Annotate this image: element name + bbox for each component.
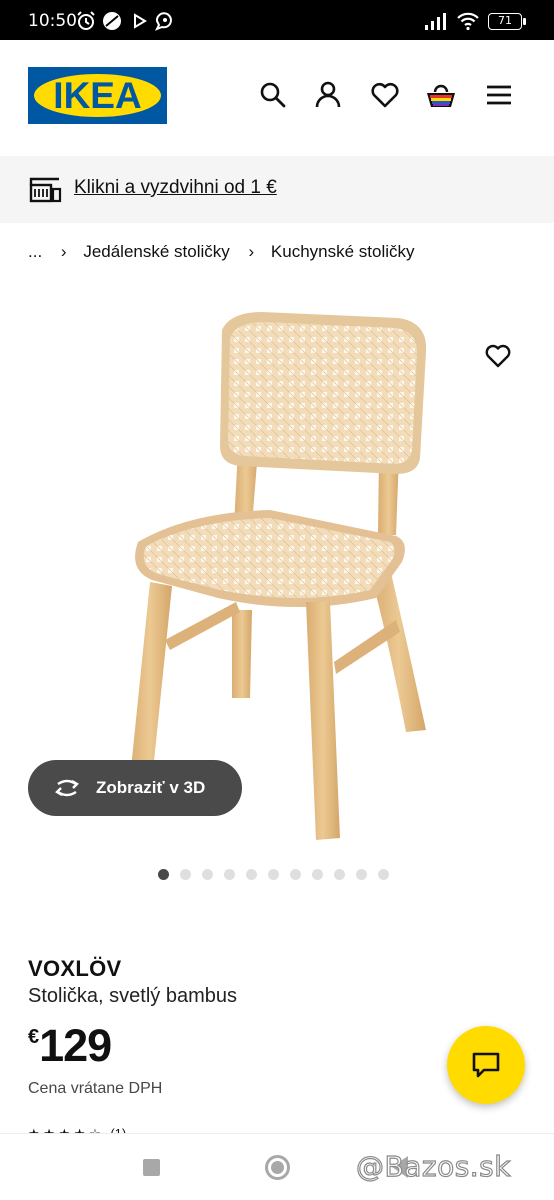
gallery-dot[interactable] [180, 869, 191, 880]
heart-icon[interactable] [370, 80, 400, 110]
wifi-icon [457, 12, 479, 31]
gallery-dot[interactable] [202, 869, 213, 880]
moon-icon [103, 12, 121, 30]
basket-icon[interactable] [425, 80, 457, 110]
product-price: €129 [28, 1020, 112, 1072]
breadcrumb-item-kitchen-chairs[interactable]: Kuchynské stoličky [271, 242, 415, 262]
signal-icon [425, 13, 446, 30]
gallery-dot[interactable] [378, 869, 389, 880]
gallery-dot[interactable] [356, 869, 367, 880]
product-description: Stolička, svetlý bambus [28, 985, 237, 1007]
battery-icon: 71 [488, 13, 526, 30]
gallery-dot[interactable] [268, 869, 279, 880]
watermark: @Bazos.sk [355, 1149, 511, 1183]
product-name: VOXLÖV [28, 956, 122, 981]
breadcrumb-item-dining-chairs[interactable]: Jedálenské stoličky [83, 242, 229, 262]
view-in-3d-button[interactable]: Zobraziť v 3D [28, 760, 242, 816]
price-currency: € [28, 1026, 40, 1048]
menu-icon[interactable] [484, 80, 514, 110]
site-header: IKEA [0, 40, 554, 156]
gallery-dot[interactable] [158, 869, 169, 880]
ikea-logo[interactable]: IKEA [28, 67, 167, 124]
account-icon[interactable] [313, 80, 343, 110]
play-icon [134, 13, 147, 29]
chat-icon [472, 1052, 500, 1078]
gallery-dot[interactable] [290, 869, 301, 880]
search-icon[interactable] [258, 80, 288, 110]
status-bar: 10:50 71 [0, 0, 554, 40]
add-to-favourites-heart-icon[interactable] [484, 342, 512, 370]
chat-button[interactable] [447, 1026, 525, 1104]
alarm-icon [77, 11, 95, 30]
gallery-dot[interactable] [224, 869, 235, 880]
vat-note: Cena vrátane DPH [28, 1080, 163, 1097]
gallery-dot[interactable] [334, 869, 345, 880]
rotate-3d-icon [55, 779, 79, 797]
status-time: 10:50 [28, 11, 77, 31]
gallery-pagination [158, 869, 389, 881]
chevron-right-icon: › [60, 242, 67, 261]
recent-apps-button[interactable] [143, 1159, 160, 1176]
chevron-right-icon: › [248, 242, 255, 261]
store-pickup-icon [29, 177, 62, 203]
view-in-3d-label: Zobraziť v 3D [96, 778, 206, 797]
breadcrumb: ... › Jedálenské stoličky › Kuchynské st… [28, 242, 415, 262]
price-amount: 129 [39, 1020, 112, 1071]
chat-bubble-icon [154, 12, 172, 31]
promo-banner[interactable]: Klikni a vyzdvihni od 1 € [0, 156, 554, 223]
breadcrumb-ellipsis[interactable]: ... [28, 242, 42, 262]
promo-link[interactable]: Klikni a vyzdvihni od 1 € [74, 177, 277, 199]
gallery-dot[interactable] [312, 869, 323, 880]
home-button[interactable] [265, 1155, 290, 1180]
gallery-dot[interactable] [246, 869, 257, 880]
